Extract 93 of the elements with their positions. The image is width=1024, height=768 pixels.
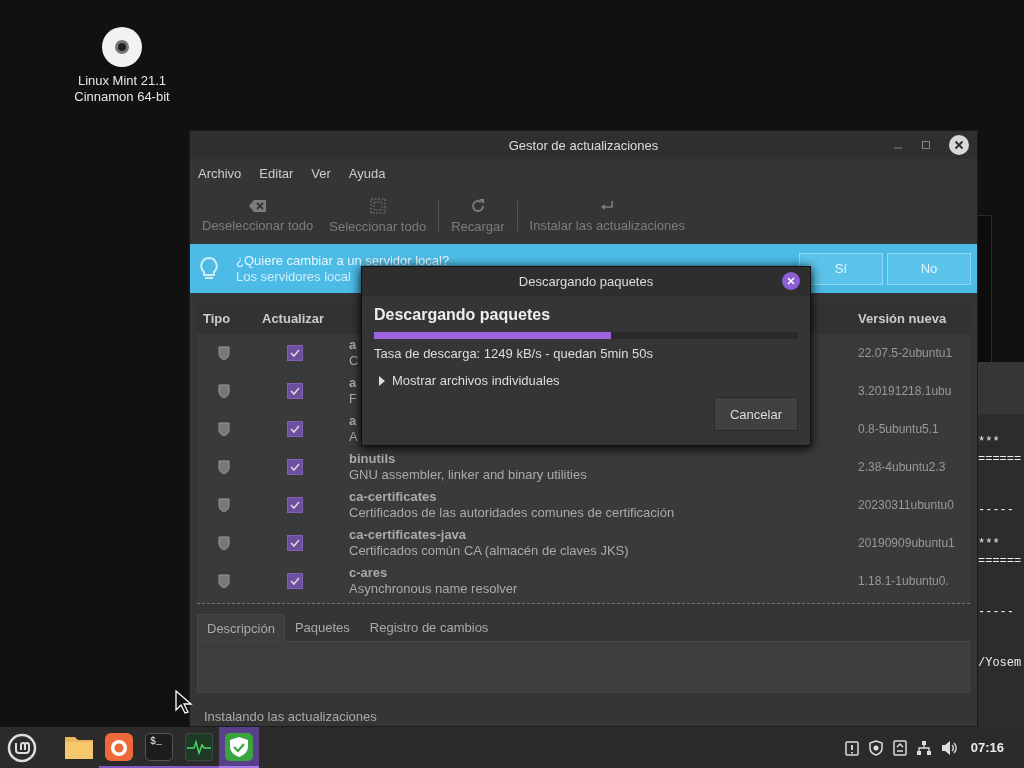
shield-check-icon — [225, 732, 253, 761]
column-header[interactable]: Tipo — [197, 311, 250, 326]
package-version: 0.8-5ubuntu5.1 — [857, 422, 940, 436]
banner-text: Los servidores local — [236, 268, 352, 285]
package-version: 22.07.5-2ubuntu1 — [857, 346, 954, 360]
package-name: a — [349, 413, 357, 429]
check-icon — [290, 425, 300, 433]
package-description: A — [349, 429, 358, 445]
package-version: 3.20191218.1ubu — [857, 384, 953, 398]
package-name: ca-certificates-java — [349, 527, 467, 543]
checkbox[interactable] — [287, 421, 303, 437]
reload-icon — [469, 197, 486, 214]
package-description: Certificados de las autoridades comunes de certificación — [349, 505, 675, 521]
browser-icon — [105, 732, 133, 761]
package-version: 20230311ubuntu0 — [857, 498, 955, 512]
package-name: a — [349, 375, 357, 391]
checkbox[interactable] — [287, 535, 303, 551]
terminal-line: ====== — [978, 451, 1022, 468]
check-icon — [290, 349, 300, 357]
mint-menu-icon[interactable] — [7, 732, 37, 763]
menu-item[interactable]: Editar — [259, 165, 294, 181]
disc-icon[interactable] — [102, 27, 142, 67]
close-icon[interactable] — [949, 135, 969, 155]
return-arrow-icon — [600, 198, 615, 213]
desktop-icon-label: Cinnamon 64-bit — [74, 89, 170, 105]
dotted-square-icon — [369, 197, 386, 214]
tab[interactable]: Paquetes — [284, 614, 360, 641]
download-rate: Tasa de descarga: 1249 kB/s - quedan 5min 50s — [374, 346, 654, 361]
terminal-icon: $_ — [145, 732, 173, 761]
window-title: Gestor de actualizaciones — [508, 137, 659, 153]
shield-icon — [217, 498, 230, 512]
package-name: a — [349, 337, 357, 353]
terminal-line: *** — [978, 536, 1000, 553]
check-icon — [290, 577, 300, 585]
menu-item[interactable]: Archivo — [198, 165, 242, 181]
check-icon — [290, 387, 300, 395]
package-description: F — [349, 391, 357, 407]
check-icon — [290, 539, 300, 547]
notification-icon[interactable] — [844, 739, 859, 756]
package-version: 20190909ubuntu1 — [857, 536, 956, 550]
shield-icon — [217, 422, 230, 436]
clock[interactable]: 07:16 — [970, 740, 1004, 755]
close-icon[interactable] — [782, 272, 800, 290]
banner-title: ¿Quiere cambiar a un servidor local? — [236, 252, 450, 269]
terminal-line: ====== — [978, 553, 1022, 570]
checkbox[interactable] — [287, 383, 303, 399]
package-version: 2.38-4ubuntu2.3 — [857, 460, 947, 474]
package-description: Certificados común CA (almacén de claves JKS) — [349, 543, 629, 559]
package-name: c-ares — [349, 565, 388, 581]
column-header[interactable]: Actualizar — [250, 311, 340, 326]
check-icon — [290, 501, 300, 509]
desktop-icon-label: Linux Mint 21.1 — [77, 73, 167, 89]
taskbar-app[interactable]: $_ — [139, 727, 179, 768]
checkbox[interactable] — [287, 345, 303, 361]
terminal-line: /Yosem — [978, 655, 1022, 672]
shield-icon — [217, 384, 230, 398]
shield-icon — [217, 536, 230, 550]
package-name: ca-certificates — [349, 489, 437, 505]
shield-icon — [217, 346, 230, 360]
triangle-icon — [378, 375, 386, 386]
terminal-line: ----- — [978, 604, 1014, 621]
tab[interactable]: Registro de cambios — [359, 614, 499, 641]
network-icon[interactable] — [915, 739, 932, 756]
dialog-heading: Descargando paquetes — [374, 306, 552, 324]
dialog-title: Descargando paquetes — [518, 274, 654, 289]
check-icon — [290, 463, 300, 471]
package-description: GNU assembler, linker and binary utilities — [349, 467, 587, 483]
document-icon[interactable] — [892, 739, 907, 756]
terminal-line: *** — [978, 434, 1000, 451]
shield-icon — [217, 460, 230, 474]
menu-item[interactable]: Ayuda — [348, 165, 386, 181]
menu-item[interactable]: Ver — [311, 165, 331, 181]
lightbulb-icon — [200, 256, 218, 281]
cancel-button[interactable]: Cancelar — [714, 397, 798, 431]
tab[interactable]: Descripción — [197, 614, 285, 641]
checkbox[interactable] — [287, 459, 303, 475]
package-name: binutils — [349, 451, 396, 467]
package-description: Asynchronous name resolver — [349, 581, 518, 597]
pulse-icon — [185, 732, 213, 761]
terminal-line: ----- — [978, 502, 1014, 519]
package-version: 1.18.1-1ubuntu0. — [857, 574, 950, 588]
package-description: C — [349, 353, 359, 369]
checkbox[interactable] — [287, 497, 303, 513]
column-header[interactable]: Versión nueva — [854, 311, 970, 326]
expander[interactable]: Mostrar archivos individuales — [374, 373, 560, 388]
taskbar-app[interactable] — [219, 727, 259, 768]
backspace-icon — [248, 198, 267, 213]
volume-icon[interactable] — [940, 739, 959, 756]
shield-icon — [217, 574, 230, 588]
checkbox[interactable] — [287, 573, 303, 589]
shield-icon[interactable] — [867, 739, 884, 756]
maximize-icon[interactable] — [921, 140, 931, 150]
status-text: Instalando las actualizaciones — [204, 709, 378, 724]
